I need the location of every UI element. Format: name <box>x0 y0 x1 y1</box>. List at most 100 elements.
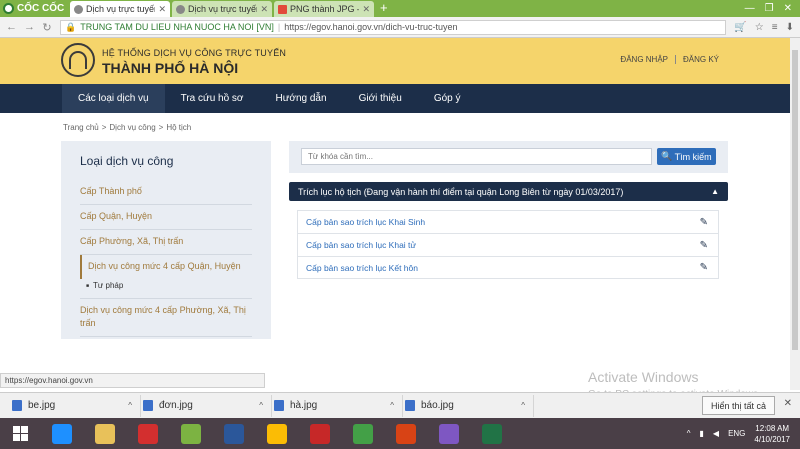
chevron-up-icon[interactable]: ^ <box>687 429 691 438</box>
download-icon[interactable]: ⬇ <box>786 22 794 33</box>
collapse-caret-icon[interactable]: ▲ <box>711 187 719 196</box>
taskbar-coccoc[interactable] <box>169 418 212 449</box>
tab-label: PNG thành JPG – Chu <box>290 4 359 14</box>
taskbar-alarm[interactable] <box>298 418 341 449</box>
hanoi-emblem-icon[interactable] <box>61 43 95 77</box>
sidebar-item-level4-district[interactable]: Dịch vụ công mức 4 cấp Quận, Huyện <box>80 255 252 279</box>
page-scrollbar[interactable] <box>790 38 800 390</box>
language-indicator[interactable]: ENG <box>728 429 745 438</box>
cart-icon[interactable]: 🛒 <box>734 22 746 33</box>
record-link[interactable]: Cấp bản sao trích lục Kết hôn <box>306 263 418 273</box>
search-input[interactable] <box>301 148 652 165</box>
sidebar-item-level4-ward[interactable]: Dịch vụ công mức 4 cấp Phường, Xã, Thị t… <box>80 299 252 337</box>
address-bar: ← → ↻ 🔒 TRUNG TAM DU LIEU NHA NUOC HA NO… <box>0 17 800 38</box>
scrollbar-thumb[interactable] <box>792 50 798 350</box>
maximize-icon[interactable]: ❐ <box>765 3 774 14</box>
close-tab-icon[interactable]: ✕ <box>260 4 268 15</box>
nav-about[interactable]: Giới thiệu <box>343 84 418 113</box>
sidebar-item-city[interactable]: Cấp Thành phố <box>80 180 252 205</box>
record-link[interactable]: Cấp bản sao trích lục Khai Sinh <box>306 217 425 227</box>
taskbar-chrome[interactable] <box>255 418 298 449</box>
taskbar-excel[interactable] <box>470 418 513 449</box>
forward-icon[interactable]: → <box>24 21 35 33</box>
taskbar-powerpoint[interactable] <box>384 418 427 449</box>
volume-icon[interactable]: ◀ <box>713 429 719 438</box>
sidebar-item-district[interactable]: Cấp Quận, Huyện <box>80 205 252 230</box>
url-field[interactable]: 🔒 TRUNG TAM DU LIEU NHA NUOC HA NOI [VN]… <box>60 19 727 35</box>
download-filename: đơn.jpg <box>159 400 193 411</box>
search-button[interactable]: 🔍 Tìm kiếm <box>657 148 716 165</box>
download-item[interactable]: be.jpg ^ <box>10 394 141 417</box>
list-item[interactable]: Cấp bản sao trích lục Khai Sinh ✎ <box>297 210 719 233</box>
edit-icon[interactable]: ✎ <box>700 240 708 251</box>
new-tab-button[interactable]: + <box>376 1 392 17</box>
chevron-up-icon[interactable]: ^ <box>259 401 271 410</box>
nav-guide[interactable]: Hướng dẫn <box>260 84 343 113</box>
service-type-sidebar: Loại dịch vụ công Cấp Thành phố Cấp Quận… <box>61 141 271 339</box>
chrome-icon <box>266 423 287 444</box>
image-file-icon <box>274 400 284 411</box>
sidebar-item-ward[interactable]: Cấp Phường, Xã, Thị trấn <box>80 230 252 255</box>
chevron-up-icon[interactable]: ^ <box>128 401 140 410</box>
nav-service-types[interactable]: Các loại dịch vụ <box>62 84 165 113</box>
close-window-icon[interactable]: ✕ <box>784 3 792 14</box>
login-link[interactable]: ĐĂNG NHẬP <box>613 55 675 64</box>
download-item[interactable]: đơn.jpg ^ <box>141 394 272 417</box>
list-item[interactable]: Cấp bản sao trích lục Kết hôn ✎ <box>297 256 719 279</box>
sidebar-subitem-justice[interactable]: Tư pháp <box>80 279 252 299</box>
download-item[interactable]: hà.jpg ^ <box>272 394 403 417</box>
close-downloads-icon[interactable]: ✕ <box>784 398 792 409</box>
edit-icon[interactable]: ✎ <box>700 262 708 273</box>
civil-record-panel-header[interactable]: Trích lục hộ tịch (Đang vận hành thí điể… <box>289 182 728 201</box>
record-link[interactable]: Cấp bản sao trích lục Khai tử <box>306 240 416 250</box>
back-icon[interactable]: ← <box>6 21 17 33</box>
powerpoint-icon <box>395 423 416 444</box>
record-list: Cấp bản sao trích lục Khai Sinh ✎ Cấp bả… <box>297 210 719 279</box>
taskbar-explorer[interactable] <box>83 418 126 449</box>
parrot-icon <box>352 423 373 444</box>
download-item[interactable]: báo.jpg ^ <box>403 394 534 417</box>
url-text: https://egov.hanoi.gov.vn/dich-vu-truc-t… <box>284 22 458 32</box>
close-tab-icon[interactable]: ✕ <box>158 4 166 15</box>
excel-icon <box>481 423 502 444</box>
certificate-label: TRUNG TAM DU LIEU NHA NUOC HA NOI [VN] <box>80 22 274 32</box>
breadcrumb-separator: > <box>101 123 107 132</box>
menu-icon[interactable]: ≡ <box>772 22 778 33</box>
breadcrumb-public-services[interactable]: Dịch vụ công <box>109 123 155 132</box>
site-title[interactable]: THÀNH PHỐ HÀ NỘI <box>102 60 238 76</box>
network-icon[interactable]: ▮ <box>700 429 704 438</box>
list-item[interactable]: Cấp bản sao trích lục Khai tử ✎ <box>297 233 719 256</box>
taskbar-ie[interactable] <box>40 418 83 449</box>
chevron-up-icon[interactable]: ^ <box>521 401 533 410</box>
clock-time: 12:08 AM <box>755 423 790 433</box>
close-tab-icon[interactable]: ✕ <box>362 4 370 15</box>
breadcrumb-home[interactable]: Trang chủ <box>63 123 99 132</box>
start-button[interactable] <box>0 418 40 449</box>
show-all-downloads-button[interactable]: Hiển thị tất cả <box>701 396 775 415</box>
chevron-up-icon[interactable]: ^ <box>390 401 402 410</box>
search-box: 🔍 Tìm kiếm <box>289 141 728 173</box>
star-icon[interactable]: ☆ <box>755 22 764 33</box>
browser-brand-label: CỐC CỐC <box>17 3 65 14</box>
breadcrumb: Trang chủ > Dịch vụ công > Hộ tịch <box>63 123 191 132</box>
clock[interactable]: 12:08 AM 4/10/2017 <box>754 423 790 445</box>
nav-lookup[interactable]: Tra cứu hồ sơ <box>165 84 260 113</box>
paint-icon <box>438 423 459 444</box>
taskbar-parrot[interactable] <box>341 418 384 449</box>
browser-tab-1[interactable]: Dịch vụ trực tuyến ✕ <box>70 1 170 17</box>
register-link[interactable]: ĐĂNG KÝ <box>674 55 726 64</box>
browser-tab-2[interactable]: Dịch vụ trực tuyến –C ✕ <box>172 1 272 17</box>
download-filename: báo.jpg <box>421 400 454 411</box>
taskbar-paint[interactable] <box>427 418 470 449</box>
tab-label: Dịch vụ trực tuyến –C <box>188 4 257 14</box>
window-controls: — ❐ ✕ <box>745 0 800 17</box>
browser-brand[interactable]: CỐC CỐC <box>0 0 70 17</box>
nav-feedback[interactable]: Góp ý <box>418 84 477 113</box>
taskbar-app[interactable] <box>126 418 169 449</box>
browser-tab-3[interactable]: PNG thành JPG – Chu ✕ <box>274 1 374 17</box>
minimize-icon[interactable]: — <box>745 3 755 14</box>
word-icon <box>223 423 244 444</box>
reload-icon[interactable]: ↻ <box>42 21 52 34</box>
edit-icon[interactable]: ✎ <box>700 217 708 228</box>
taskbar-word[interactable] <box>212 418 255 449</box>
